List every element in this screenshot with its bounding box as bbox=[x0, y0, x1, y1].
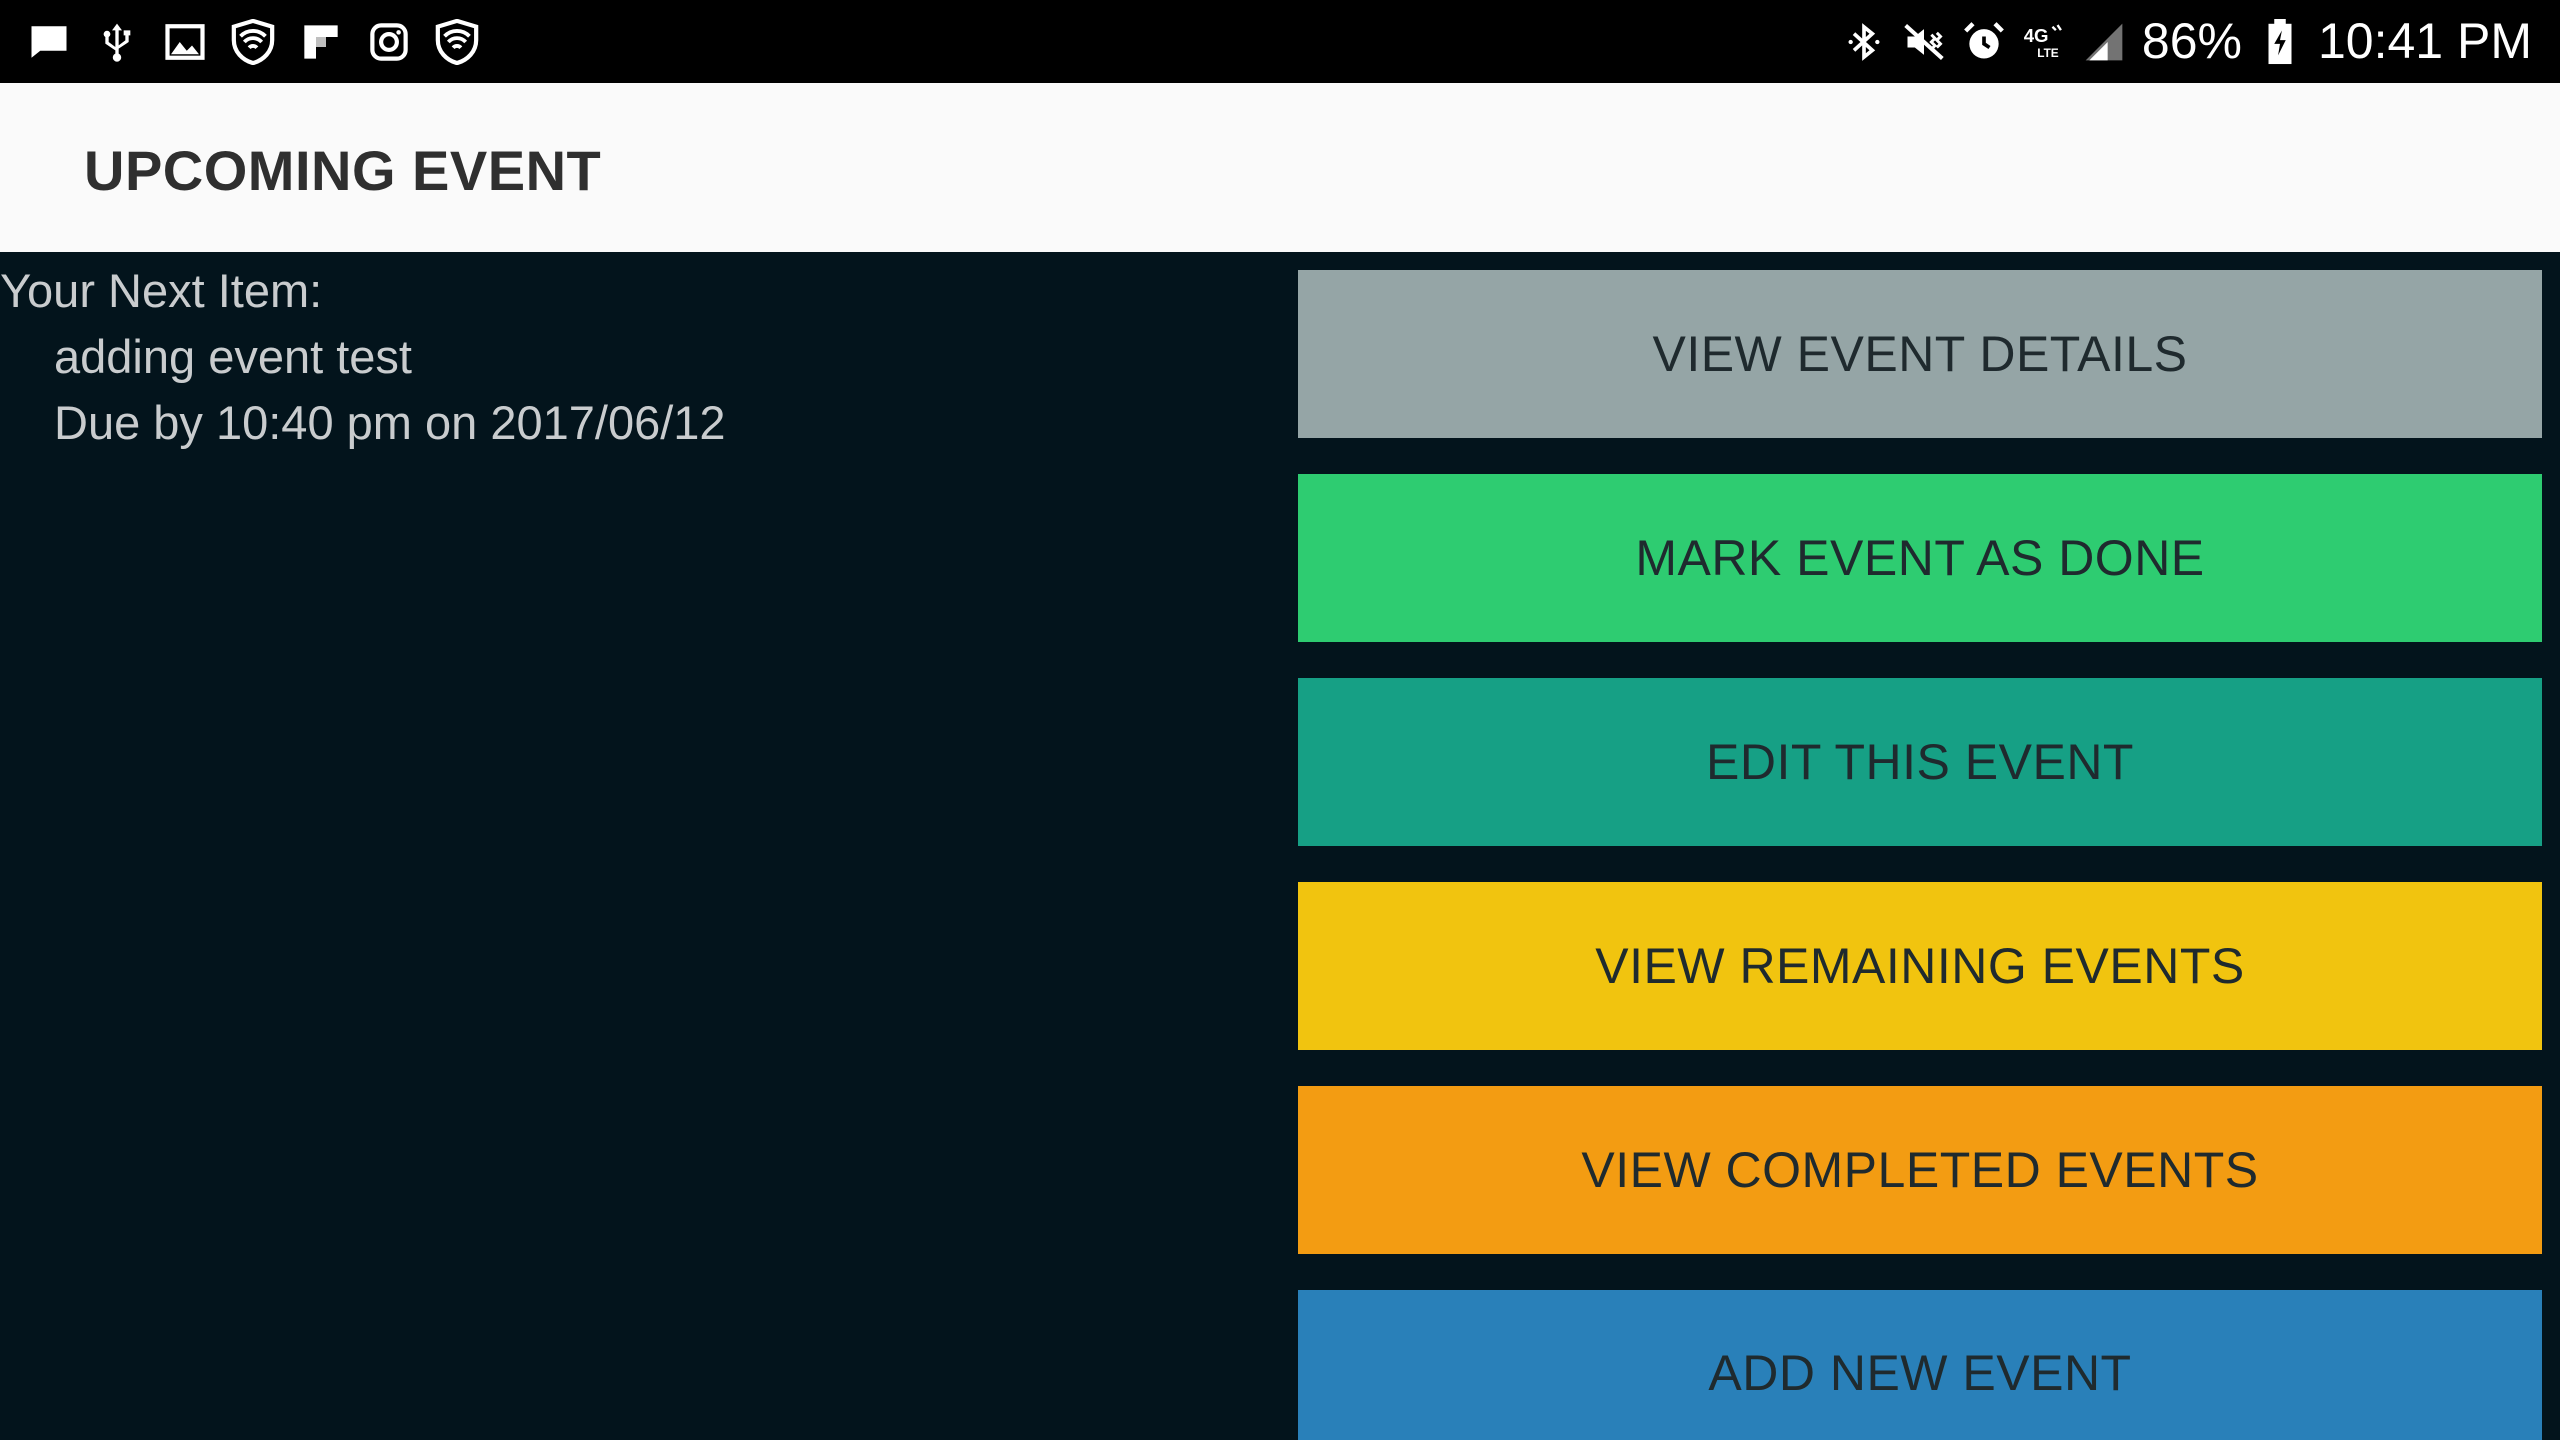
next-item-heading: Your Next Item: bbox=[0, 264, 323, 317]
message-icon bbox=[26, 19, 72, 65]
usb-icon bbox=[94, 19, 140, 65]
view-completed-events-button[interactable]: VIEW COMPLETED EVENTS bbox=[1298, 1086, 2542, 1254]
clock: 10:41 PM bbox=[2317, 13, 2532, 69]
lte-icon: 4G LTE bbox=[2022, 20, 2066, 64]
image-icon bbox=[162, 19, 208, 65]
edit-event-label: EDIT THIS EVENT bbox=[1706, 734, 2134, 790]
mark-event-done-button[interactable]: MARK EVENT AS DONE bbox=[1298, 474, 2542, 642]
mark-event-done-label: MARK EVENT AS DONE bbox=[1635, 530, 2205, 586]
mute-icon bbox=[1902, 20, 1946, 64]
status-bar: 4G LTE 86% 10:41 PM bbox=[0, 0, 2560, 83]
signal-icon bbox=[2082, 20, 2126, 64]
view-remaining-events-button[interactable]: VIEW REMAINING EVENTS bbox=[1298, 882, 2542, 1050]
battery-percentage: 86% bbox=[2141, 13, 2242, 69]
shield-wifi-icon bbox=[230, 18, 276, 65]
event-due-date: Due by 10:40 pm on 2017/06/12 bbox=[54, 396, 726, 449]
battery-icon bbox=[2258, 18, 2302, 64]
shield-wifi-icon bbox=[434, 18, 480, 65]
svg-text:4G: 4G bbox=[2024, 25, 2049, 46]
bluetooth-icon bbox=[1842, 20, 1886, 64]
event-name: adding event test bbox=[54, 330, 412, 383]
app-bar: UPCOMING EVENT bbox=[0, 83, 2560, 252]
alarm-icon bbox=[1962, 20, 2006, 64]
flipboard-icon bbox=[298, 19, 344, 65]
add-new-event-button[interactable]: ADD NEW EVENT bbox=[1298, 1290, 2542, 1440]
notification-icons bbox=[26, 0, 480, 83]
add-new-event-label: ADD NEW EVENT bbox=[1708, 1345, 2132, 1401]
page-title: UPCOMING EVENT bbox=[84, 139, 602, 202]
svg-text:LTE: LTE bbox=[2037, 46, 2059, 60]
edit-event-button[interactable]: EDIT THIS EVENT bbox=[1298, 678, 2542, 846]
view-completed-events-label: VIEW COMPLETED EVENTS bbox=[1581, 1142, 2259, 1198]
instagram-icon bbox=[366, 19, 412, 65]
system-status: 4G LTE 86% 10:41 PM bbox=[1842, 0, 2532, 83]
view-event-details-label: VIEW EVENT DETAILS bbox=[1652, 326, 2188, 382]
view-event-details-button[interactable]: VIEW EVENT DETAILS bbox=[1298, 270, 2542, 438]
view-remaining-events-label: VIEW REMAINING EVENTS bbox=[1595, 938, 2245, 994]
